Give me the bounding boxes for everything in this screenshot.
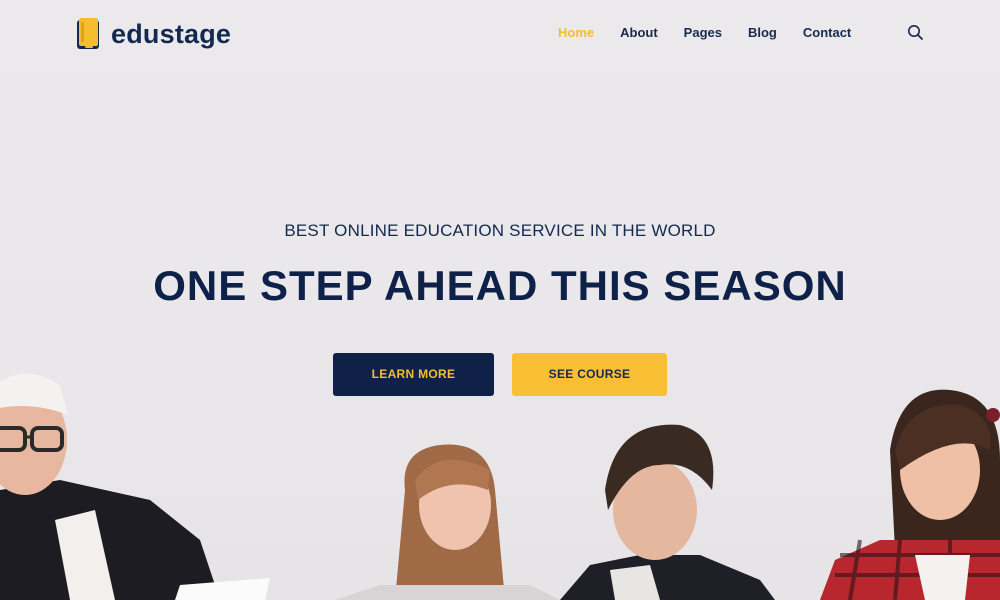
learn-more-button[interactable]: LEARN MORE — [333, 353, 494, 396]
see-course-button[interactable]: SEE COURSE — [512, 353, 667, 396]
search-icon[interactable] — [906, 23, 926, 43]
site-header: edustage Home About Pages Blog Contact — [0, 0, 1000, 68]
student-center-right — [560, 424, 775, 600]
nav-about[interactable]: About — [620, 24, 658, 42]
nav-pages[interactable]: Pages — [684, 24, 722, 42]
nav-home[interactable]: Home — [558, 24, 594, 42]
main-nav: Home About Pages Blog Contact — [558, 24, 877, 42]
hero-headline: ONE STEP AHEAD THIS SEASON — [153, 262, 847, 309]
hero-eyebrow: BEST ONLINE EDUCATION SERVICE IN THE WOR… — [284, 221, 716, 240]
student-right — [820, 389, 1000, 600]
book-icon — [76, 17, 102, 51]
brand-name: edustage — [111, 18, 232, 49]
students-hero-image — [0, 373, 1000, 600]
hero-section: edustage Home About Pages Blog Contact B… — [0, 0, 1000, 600]
nav-blog[interactable]: Blog — [748, 24, 777, 42]
student-center-left — [335, 444, 560, 600]
brand-logo[interactable]: edustage — [76, 17, 231, 51]
nav-contact[interactable]: Contact — [803, 24, 851, 42]
student-left — [0, 373, 270, 600]
